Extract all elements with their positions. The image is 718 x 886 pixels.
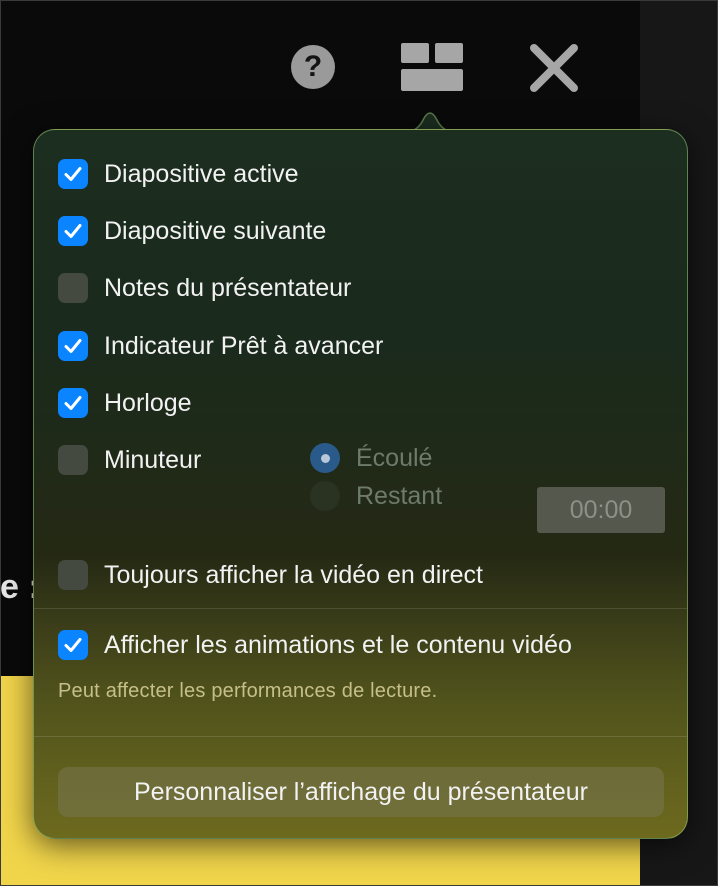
- radio-label: Écoulé: [356, 443, 433, 472]
- presenter-display-options-popover: Diapositive active Diapositive suivante …: [33, 129, 688, 839]
- question-mark-icon[interactable]: ?: [291, 45, 335, 89]
- help-glyph: ?: [303, 50, 323, 83]
- checkmark-icon: [64, 638, 82, 652]
- option-label: Diapositive suivante: [104, 216, 327, 245]
- option-label: Minuteur: [104, 445, 202, 474]
- option-label: Toujours afficher la vidéo en direct: [104, 560, 483, 589]
- checkmark-icon: [64, 339, 82, 353]
- checkbox[interactable]: [58, 560, 88, 590]
- radio-button[interactable]: [310, 481, 340, 511]
- checkmark-icon: [64, 396, 82, 410]
- radio-button[interactable]: [310, 443, 340, 473]
- checkbox[interactable]: [58, 273, 88, 303]
- timer-mode-remaining[interactable]: Restant: [310, 479, 442, 513]
- divider: [34, 608, 687, 609]
- option-label: Notes du présentateur: [104, 273, 352, 302]
- option-label: Horloge: [104, 388, 192, 417]
- option-ready-indicator[interactable]: Indicateur Prêt à avancer: [58, 329, 383, 363]
- option-label: Afficher les animations et le contenu vi…: [104, 630, 572, 659]
- checkbox[interactable]: [58, 331, 88, 361]
- checkbox[interactable]: [58, 216, 88, 246]
- option-live-video[interactable]: Toujours afficher la vidéo en direct: [58, 558, 483, 592]
- customize-presenter-display-button[interactable]: Personnaliser l’affichage du présentateu…: [58, 767, 664, 817]
- timer-duration-field[interactable]: 00:00: [537, 487, 665, 533]
- option-label: Indicateur Prêt à avancer: [104, 331, 384, 360]
- option-label: Diapositive active: [104, 159, 299, 188]
- divider: [34, 736, 687, 737]
- option-current-slide[interactable]: Diapositive active: [58, 157, 299, 191]
- close-x-icon[interactable]: [528, 42, 580, 94]
- option-animations[interactable]: Afficher les animations et le contenu vi…: [58, 628, 572, 662]
- checkbox[interactable]: [58, 445, 88, 475]
- timer-mode-elapsed[interactable]: Écoulé: [310, 441, 432, 475]
- layout-grid-icon[interactable]: [401, 43, 463, 91]
- checkbox[interactable]: [58, 159, 88, 189]
- radio-label: Restant: [356, 481, 443, 510]
- checkmark-icon: [64, 167, 82, 181]
- option-timer[interactable]: Minuteur: [58, 443, 201, 477]
- checkbox[interactable]: [58, 388, 88, 418]
- option-clock[interactable]: Horloge: [58, 386, 192, 420]
- checkmark-icon: [64, 224, 82, 238]
- option-next-slide[interactable]: Diapositive suivante: [58, 214, 326, 248]
- checkbox[interactable]: [58, 630, 88, 660]
- animations-note: Peut affecter les performances de lectur…: [58, 680, 438, 702]
- option-presenter-notes[interactable]: Notes du présentateur: [58, 271, 351, 305]
